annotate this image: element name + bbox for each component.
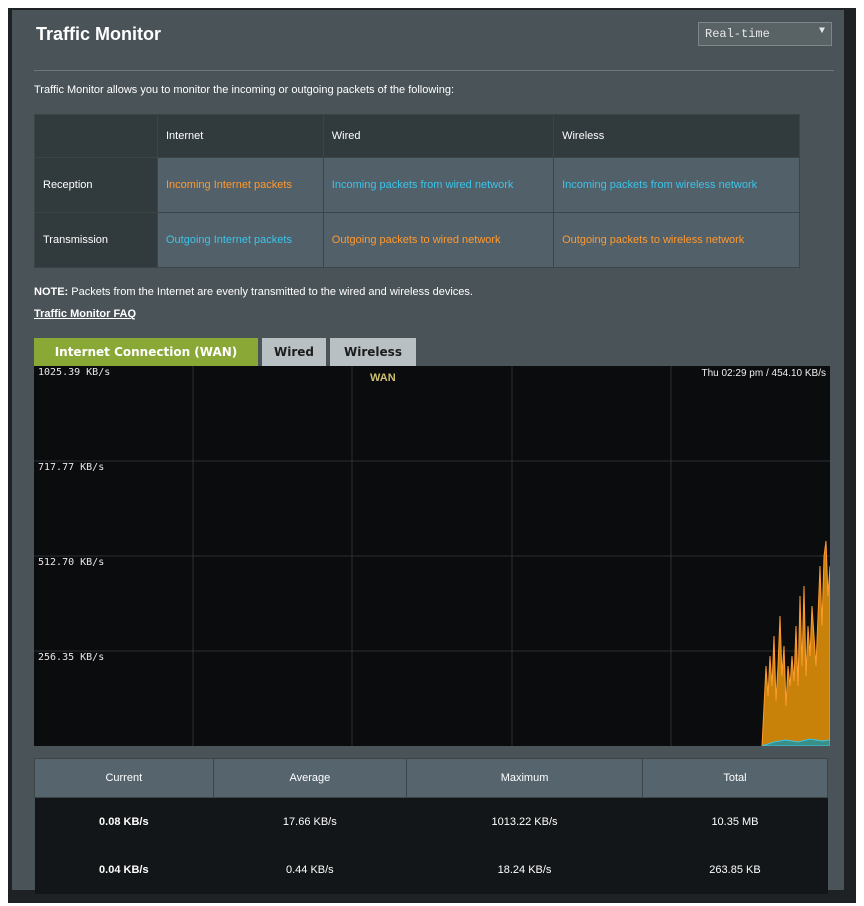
column-header-wired: Wired — [322, 114, 555, 158]
y-axis-label: 512.70 KB/s — [38, 557, 105, 568]
stat-current-reception: 0.08 KB/s — [34, 797, 214, 846]
mode-select-value: Real-time — [705, 27, 770, 41]
stat-maximum-transmission: 18.24 KB/s — [406, 846, 643, 894]
cell-reception-wired: Incoming packets from wired network — [322, 157, 555, 213]
stats-header-current: Current — [34, 758, 214, 798]
reception-area — [761, 540, 830, 746]
tab-wired[interactable]: Wired — [262, 338, 326, 366]
stat-current-transmission: 0.04 KB/s — [34, 846, 214, 894]
row-label-reception: Reception — [34, 157, 158, 213]
stats-header-total: Total — [641, 758, 829, 798]
y-axis-label: 717.77 KB/s — [38, 462, 105, 473]
faq-link[interactable]: Traffic Monitor FAQ — [34, 308, 136, 320]
traffic-graph: 1025.39 KB/s 717.77 KB/s 512.70 KB/s 256… — [34, 366, 830, 746]
graph-title: WAN — [370, 372, 396, 384]
y-axis-label: 1025.39 KB/s — [38, 367, 111, 378]
stats-row-transmission: 0.04 KB/s 0.44 KB/s 18.24 KB/s 263.85 KB — [34, 846, 828, 894]
cell-reception-internet: Incoming Internet packets — [157, 157, 324, 213]
stat-total-reception: 10.35 MB — [642, 797, 828, 846]
graph-timestamp: Thu 02:29 pm / 454.10 KB/s — [701, 368, 826, 379]
column-header-internet: Internet — [157, 114, 324, 158]
page-title: Traffic Monitor — [36, 24, 161, 44]
note-text: Packets from the Internet are evenly tra… — [71, 286, 473, 298]
mode-select[interactable]: Real-time ▼ — [698, 22, 832, 46]
stats-header-average: Average — [212, 758, 408, 798]
table-header-row: Internet Wired Wireless — [34, 114, 800, 158]
stats-header-row: Current Average Maximum Total — [34, 758, 829, 798]
table-corner — [34, 114, 158, 158]
column-header-wireless: Wireless — [553, 114, 800, 158]
y-axis-label: 256.35 KB/s — [38, 652, 105, 663]
cell-reception-wireless: Incoming packets from wireless network — [553, 157, 800, 213]
note-prefix: NOTE: — [34, 286, 69, 298]
graph-canvas — [34, 366, 830, 746]
stat-total-transmission: 263.85 KB — [642, 846, 828, 894]
packet-legend-table: Internet Wired Wireless Reception Incomi… — [34, 114, 800, 268]
title-divider — [34, 70, 834, 71]
stat-maximum-reception: 1013.22 KB/s — [406, 797, 643, 846]
tab-internet-connection-wan[interactable]: Internet Connection (WAN) — [34, 338, 258, 366]
chevron-down-icon: ▼ — [818, 26, 825, 37]
row-label-transmission: Transmission — [34, 212, 158, 268]
stats-header-maximum: Maximum — [406, 758, 643, 798]
traffic-monitor-panel: Traffic Monitor Real-time ▼ Traffic Moni… — [12, 10, 844, 894]
table-row: Reception Incoming Internet packets Inco… — [34, 157, 800, 213]
stats-table: Current Average Maximum Total 0.08 KB/s … — [34, 758, 829, 894]
stat-average-transmission: 0.44 KB/s — [213, 846, 407, 894]
description: Traffic Monitor allows you to monitor th… — [34, 84, 455, 96]
note: NOTE: Packets from the Internet are even… — [34, 286, 473, 298]
table-row: Transmission Outgoing Internet packets O… — [34, 212, 800, 268]
stats-row-reception: 0.08 KB/s 17.66 KB/s 1013.22 KB/s 10.35 … — [34, 797, 828, 846]
stat-average-reception: 17.66 KB/s — [213, 797, 407, 846]
cell-transmission-wireless: Outgoing packets to wireless network — [553, 212, 800, 268]
cell-transmission-internet: Outgoing Internet packets — [157, 212, 324, 268]
tab-wireless[interactable]: Wireless — [330, 338, 416, 366]
cell-transmission-wired: Outgoing packets to wired network — [322, 212, 555, 268]
